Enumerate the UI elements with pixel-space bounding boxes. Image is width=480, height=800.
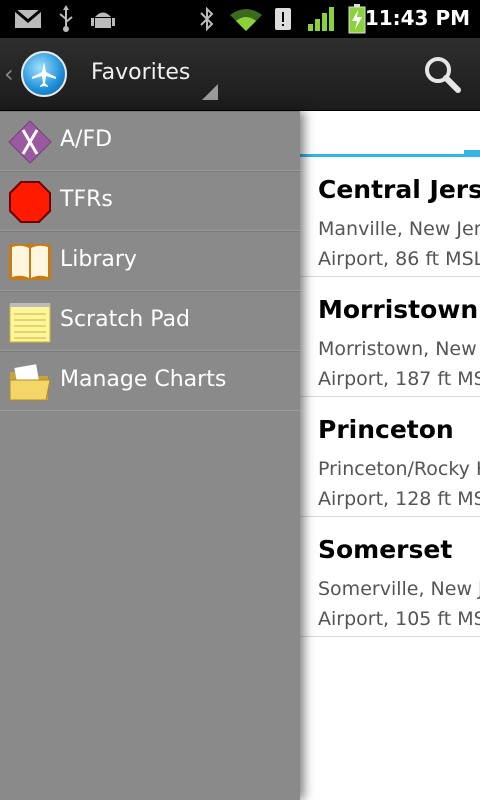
action-bar: ‹ Favorites <box>0 38 480 111</box>
usb-icon <box>59 5 73 32</box>
drawer-item-label: TFRs <box>60 187 113 212</box>
status-time: 11:43 PM <box>364 6 470 30</box>
screen-title[interactable]: Favorites <box>91 60 190 85</box>
gmail-icon <box>14 9 42 28</box>
bluetooth-icon <box>200 6 214 32</box>
favorite-name: Central Jerse <box>318 175 480 204</box>
drawer-item-tfrs[interactable]: TFRs <box>0 171 300 231</box>
favorite-item[interactable]: Central Jerse Manville, New Jers Airport… <box>300 157 480 277</box>
favorite-location: Princeton/Rocky H <box>318 458 480 480</box>
android-debug-icon <box>91 12 115 28</box>
drawer-item-scratch-pad[interactable]: Scratch Pad <box>0 291 300 351</box>
book-icon <box>9 244 51 280</box>
drawer-item-afd[interactable]: A/FD <box>0 111 300 171</box>
favorite-location: Morristown, New <box>318 338 477 360</box>
favorites-list: Central Jerse Manville, New Jers Airport… <box>300 157 480 637</box>
drawer-item-label: Manage Charts <box>60 367 227 392</box>
plane-icon <box>32 62 56 87</box>
signal-icon <box>308 7 334 31</box>
tab-indicator <box>464 150 480 157</box>
app-plane-icon[interactable] <box>21 51 67 97</box>
favorite-location: Manville, New Jers <box>318 218 480 240</box>
favorite-item[interactable]: Morristown I Morristown, New Airport, 18… <box>300 277 480 397</box>
favorite-name: Princeton <box>318 415 454 444</box>
wifi-icon <box>230 9 262 31</box>
folder-icon <box>9 364 51 401</box>
favorite-item[interactable]: Princeton Princeton/Rocky H Airport, 128… <box>300 397 480 517</box>
navigation-drawer: A/FD TFRs Library Scratch Pad Manage Cha… <box>0 111 300 800</box>
afd-diamond-icon <box>8 120 52 164</box>
alert-icon <box>275 8 291 30</box>
favorite-info: Airport, 86 ft MSL <box>318 248 480 270</box>
drawer-item-label: A/FD <box>60 127 113 152</box>
stop-octagon-icon <box>9 181 51 223</box>
favorite-item[interactable]: Somerset Somerville, New Je Airport, 105… <box>300 517 480 637</box>
favorite-name: Morristown I <box>318 295 480 324</box>
favorite-name: Somerset <box>318 535 453 564</box>
drawer-item-library[interactable]: Library <box>0 231 300 291</box>
drawer-item-manage-charts[interactable]: Manage Charts <box>0 351 300 411</box>
dropdown-indicator-icon <box>202 84 218 100</box>
notepad-icon <box>9 303 51 343</box>
status-bar: 11:43 PM <box>0 0 480 38</box>
favorite-info: Airport, 128 ft MS <box>318 488 480 510</box>
favorite-info: Airport, 187 ft MS <box>318 368 480 390</box>
back-chevron-icon[interactable]: ‹ <box>4 60 14 88</box>
favorite-info: Airport, 105 ft MS <box>318 608 480 630</box>
drawer-item-label: Scratch Pad <box>60 307 190 332</box>
search-icon[interactable] <box>422 54 462 94</box>
favorites-panel: Central Jerse Manville, New Jers Airport… <box>300 111 480 800</box>
favorite-location: Somerville, New Je <box>318 578 480 600</box>
battery-charging-icon <box>348 4 366 34</box>
drawer-item-label: Library <box>60 247 137 272</box>
